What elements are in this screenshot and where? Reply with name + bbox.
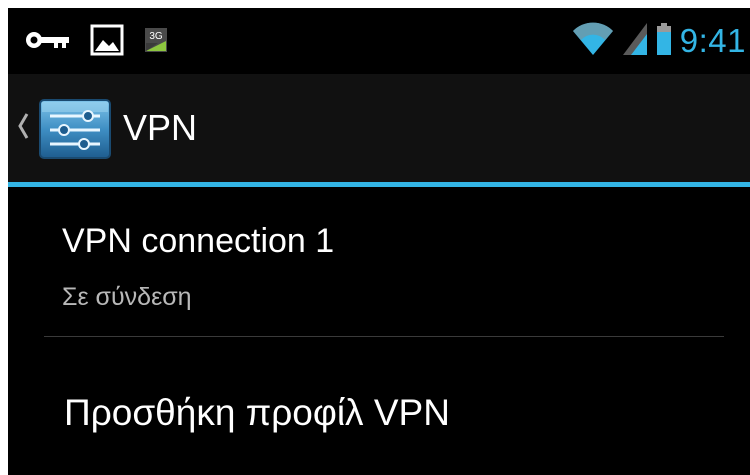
action-bar[interactable]: VPN xyxy=(8,74,750,182)
signal-icon xyxy=(622,22,648,60)
wifi-icon xyxy=(572,22,614,60)
notification-icons: 3G xyxy=(24,24,168,60)
vpn-profile-item[interactable]: VPN connection 1 Σε σύνδεση xyxy=(8,187,750,337)
settings-sliders-icon[interactable] xyxy=(34,96,116,162)
android-screen: 3G 9:41 VPN VPN connection 1 Σε σύνδεση … xyxy=(8,8,750,475)
vpn-profile-title: VPN connection 1 xyxy=(62,222,335,260)
vpn-settings-list: VPN connection 1 Σε σύνδεση Προσθήκη προ… xyxy=(8,187,750,475)
page-title: VPN xyxy=(123,107,198,148)
status-bar: 3G 9:41 xyxy=(8,8,750,74)
battery-icon xyxy=(656,22,672,60)
vpn-profile-status: Σε σύνδεση xyxy=(62,283,192,311)
image-icon xyxy=(90,24,124,60)
svg-text:3G: 3G xyxy=(149,31,163,42)
add-vpn-profile-button[interactable]: Προσθήκη προφίλ VPN xyxy=(8,337,750,475)
network-3g-icon: 3G xyxy=(144,27,168,57)
system-status-icons: 9:41 xyxy=(572,20,746,62)
key-icon xyxy=(24,30,70,54)
back-chevron-icon[interactable] xyxy=(16,110,30,142)
clock: 9:41 xyxy=(679,22,746,59)
add-vpn-profile-label: Προσθήκη προφίλ VPN xyxy=(64,392,450,433)
